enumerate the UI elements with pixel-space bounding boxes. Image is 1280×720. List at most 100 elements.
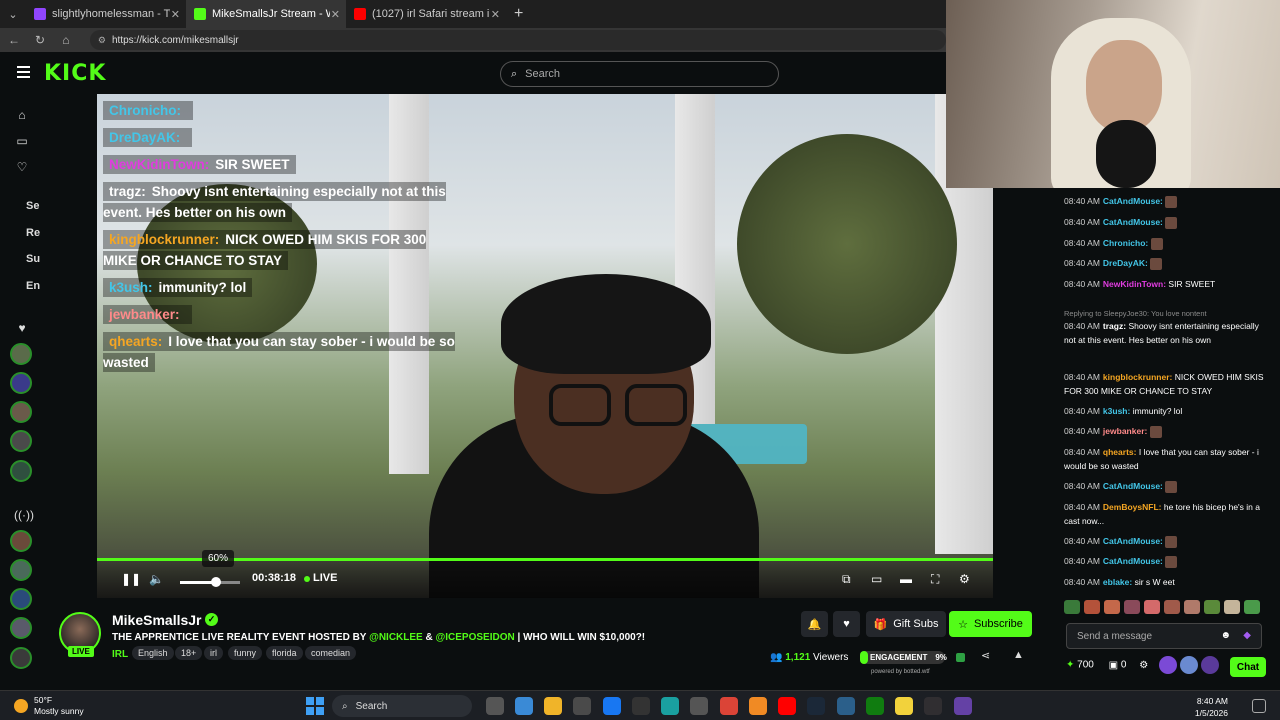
volume-slider-handle[interactable] [211,577,221,587]
chat-username[interactable]: CatAndMouse: [1103,217,1163,227]
broadcast-icon[interactable]: ((·)) [14,508,34,522]
sticky-notes-icon[interactable] [895,697,913,715]
sidebar-item-label[interactable]: En [26,280,40,292]
followed-channel-avatar[interactable] [10,430,32,452]
notification-bell-button[interactable]: 🔔 [801,611,828,637]
url-field[interactable]: ⚙ https://kick.com/mikesmallsjr [89,30,946,50]
amazon-icon[interactable] [632,697,650,715]
tag-irl[interactable]: irl [204,646,223,660]
app-icon[interactable] [837,697,855,715]
sidebar-item-label[interactable]: Re [26,227,40,239]
video-player[interactable]: Chronicho: DreDayAK: NewKidinTown: SIR SWEE… [97,94,993,598]
windows-start-icon[interactable] [306,697,324,715]
home-icon[interactable]: ⌂ [14,108,30,122]
emote-icon[interactable] [1084,600,1100,614]
calculator-icon[interactable] [690,697,708,715]
menu-icon[interactable] [17,66,30,78]
reply-preview[interactable]: Replying to SleepyJoe30: You love nonten… [1064,309,1268,318]
facebook-icon[interactable] [603,697,621,715]
emote-icon[interactable] [1064,600,1080,614]
tag-english[interactable]: English [132,646,174,660]
recommended-channel-avatar[interactable] [10,530,32,552]
chat-send-button[interactable]: Chat [1230,657,1266,677]
followed-channel-avatar[interactable] [10,401,32,423]
tag-florida[interactable]: florida [266,646,303,660]
chat-username[interactable]: DemBoysNFL: [1103,502,1162,512]
copilot-icon[interactable] [515,697,533,715]
share-icon[interactable]: ⋖ [981,649,990,662]
category-link[interactable]: IRL [112,649,128,660]
file-explorer-icon[interactable] [544,697,562,715]
recommended-channel-avatar[interactable] [10,617,32,639]
followed-channel-avatar[interactable] [10,372,32,394]
tab-list-chevron-icon[interactable]: ⌄ [0,8,26,21]
recommended-channel-avatar[interactable] [10,647,32,669]
streamer-name[interactable]: MikeSmallsJr [112,612,202,628]
following-heart-icon[interactable]: ♡ [14,160,30,174]
theater-mode-icon[interactable]: ▬ [900,572,912,586]
title-mention[interactable]: @ICEPOSEIDON [436,632,515,643]
pip-icon[interactable]: ⧉ [842,572,851,587]
chrome-icon[interactable] [720,697,738,715]
chat-username[interactable]: CatAndMouse: [1103,556,1163,566]
browser-tab-youtube[interactable]: (1027) irl Safari stream in Okla ✕ [346,0,506,28]
emote-icon[interactable] [1224,600,1240,614]
leaderboard-icon[interactable]: ▣ [1109,660,1118,671]
emote-icon[interactable] [1124,600,1140,614]
tag-comedian[interactable]: comedian [305,646,357,660]
notifications-icon[interactable] [1252,699,1266,713]
green-square-icon[interactable] [956,653,965,662]
followed-channel-avatar[interactable] [10,343,32,365]
store-icon[interactable] [573,697,591,715]
edge-icon[interactable] [661,697,679,715]
recommended-channel-avatar[interactable] [10,559,32,581]
7tv-extension-icon[interactable] [1158,656,1177,674]
youtube-icon[interactable] [778,697,796,715]
emote-icon[interactable] [1204,600,1220,614]
tab-close-icon[interactable]: ✕ [491,8,500,21]
heart-icon[interactable]: ♥ [14,321,30,335]
channel-points-value[interactable]: 700 [1077,660,1094,671]
home-icon[interactable]: ⌂ [60,33,72,47]
chat-username[interactable]: NewKidinTown: [1103,279,1166,289]
tab-close-icon[interactable]: ✕ [171,8,180,21]
weather-widget[interactable]: 50°F Mostly sunny [14,695,84,717]
settings-gear-icon[interactable]: ⚙ [959,572,970,586]
follow-heart-button[interactable]: ♥ [833,611,860,637]
site-info-icon[interactable]: ⚙ [98,35,106,46]
browser-tab-kick[interactable]: MikeSmallsJr Stream - Watch ✕ [186,0,346,28]
fullscreen-icon[interactable]: ⛶ [931,572,939,587]
taskbar-search[interactable]: ⌕ Search [332,695,472,717]
volume-icon[interactable]: 🔈 [149,572,164,586]
kick-logo[interactable]: KICK [44,61,106,86]
title-mention[interactable]: @NICKLEE [369,632,423,643]
report-flag-icon[interactable]: ▲ [1013,649,1024,661]
volume-slider[interactable] [180,577,240,587]
new-tab-button[interactable]: + [506,5,531,23]
kick-emote-icon[interactable]: ◆ [1243,630,1251,641]
emote-icon[interactable] [1164,600,1180,614]
extension-icon[interactable] [1200,656,1219,674]
chat-username[interactable]: kingblockrunner: [1103,372,1172,382]
back-icon[interactable]: ← [8,33,20,47]
task-view-icon[interactable] [486,697,504,715]
sidebar-item-label[interactable]: Se [26,200,39,212]
followed-channel-avatar[interactable] [10,460,32,482]
reload-icon[interactable]: ↻ [34,33,46,47]
chat-username[interactable]: k3ush: [1103,406,1130,416]
twitch-studio-icon[interactable] [954,697,972,715]
tab-close-icon[interactable]: ✕ [331,8,340,21]
emote-icon[interactable] [1104,600,1120,614]
gif-extension-icon[interactable] [1179,656,1198,674]
chat-username[interactable]: eblake: [1103,577,1132,587]
emote-icon[interactable] [1144,600,1160,614]
steam-icon[interactable] [807,697,825,715]
chat-username[interactable]: CatAndMouse: [1103,481,1163,491]
tag-18plus[interactable]: 18+ [175,646,203,660]
chat-username[interactable]: qhearts: [1103,447,1137,457]
chat-settings-gear-icon[interactable]: ⚙ [1139,660,1148,671]
chat-username[interactable]: jewbanker: [1103,426,1147,436]
sidebar-item-label[interactable]: Su [26,253,40,265]
system-clock[interactable]: 8:40 AM 1/5/2026 [1195,695,1228,719]
chat-username[interactable]: tragz: [1103,321,1126,331]
